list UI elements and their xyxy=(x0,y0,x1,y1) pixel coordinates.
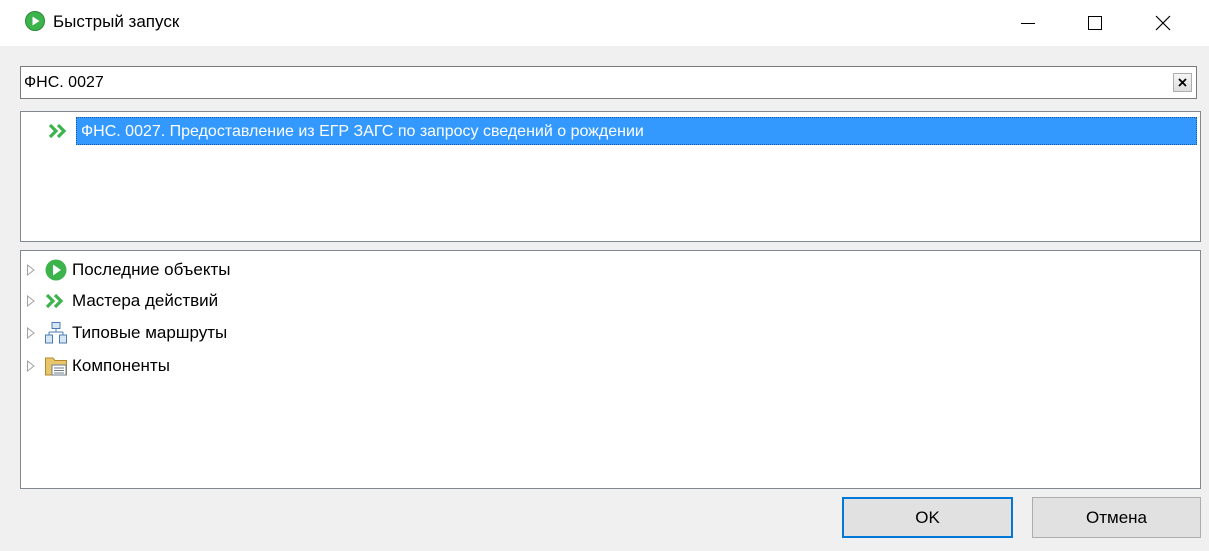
folder-icon xyxy=(45,357,67,376)
green-play-circle-icon xyxy=(45,259,67,281)
minimize-button[interactable] xyxy=(1005,0,1051,46)
tree-item-label: Мастера действий xyxy=(72,291,219,310)
close-icon xyxy=(1155,15,1171,31)
cancel-button[interactable]: Отмена xyxy=(1032,497,1201,538)
maximize-button[interactable] xyxy=(1072,0,1118,46)
tree-item-label: Последние объекты xyxy=(72,260,231,279)
close-button[interactable] xyxy=(1140,0,1186,46)
clear-icon xyxy=(1178,78,1187,87)
route-hierarchy-icon xyxy=(45,322,67,344)
search-input[interactable] xyxy=(24,67,1164,98)
expand-arrow-icon[interactable] xyxy=(26,264,36,276)
maximize-icon xyxy=(1088,16,1102,30)
ok-button[interactable]: OK xyxy=(842,497,1013,538)
double-chevron-icon xyxy=(45,293,64,309)
search-box xyxy=(20,66,1197,99)
result-item[interactable]: ФНС. 0027. Предоставление из ЕГР ЗАГС по… xyxy=(47,117,1197,145)
tree-item-label: Типовые маршруты xyxy=(72,323,228,342)
tree-item-recent-objects[interactable]: Последние объекты xyxy=(21,256,231,284)
window-title: Быстрый запуск xyxy=(53,12,180,31)
result-item-label: ФНС. 0027. Предоставление из ЕГР ЗАГС по… xyxy=(76,117,1197,145)
minimize-icon xyxy=(1021,23,1035,24)
tree-item-action-wizards[interactable]: Мастера действий xyxy=(21,287,218,315)
expand-arrow-icon[interactable] xyxy=(26,327,36,339)
tree-item-standard-routes[interactable]: Типовые маршруты xyxy=(21,319,227,347)
tree-item-label: Компоненты xyxy=(72,356,170,375)
expand-arrow-icon[interactable] xyxy=(26,295,36,307)
expand-arrow-icon[interactable] xyxy=(26,360,36,372)
clear-search-button[interactable] xyxy=(1173,73,1192,92)
tree-item-components[interactable]: Компоненты xyxy=(21,352,170,380)
app-play-icon xyxy=(25,11,45,31)
title-bar[interactable]: Быстрый запуск xyxy=(0,0,1209,46)
search-results-list[interactable]: ФНС. 0027. Предоставление из ЕГР ЗАГС по… xyxy=(20,111,1201,242)
category-tree[interactable]: Последние объекты Мастера действий Типов… xyxy=(20,250,1201,489)
double-chevron-icon xyxy=(48,123,67,139)
